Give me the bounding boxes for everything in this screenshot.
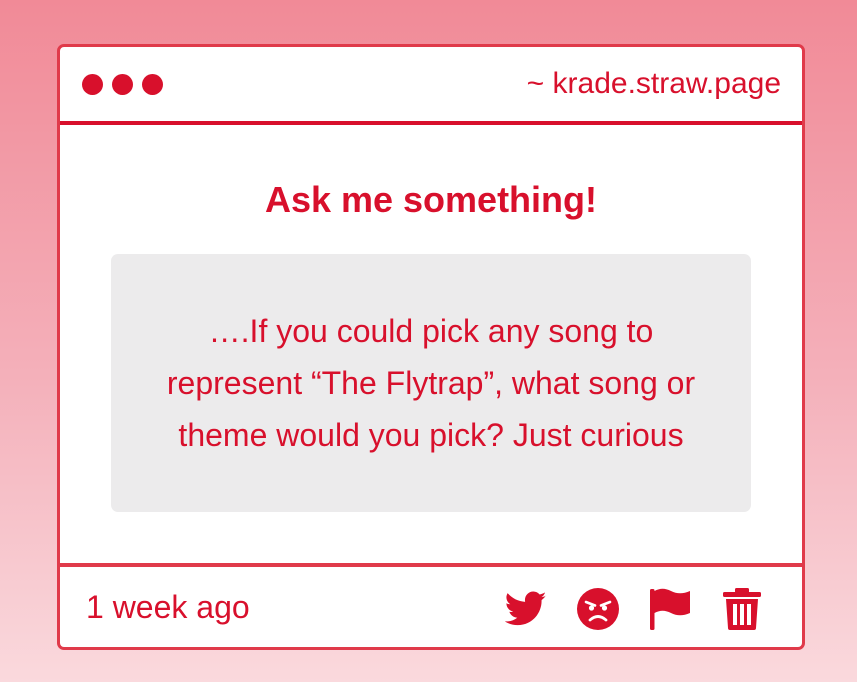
share-twitter-button[interactable] bbox=[504, 587, 548, 631]
question-text: ….If you could pick any song to represen… bbox=[166, 313, 696, 453]
window-dot-icon bbox=[112, 74, 133, 95]
report-flag-button[interactable] bbox=[648, 587, 692, 631]
question-box: ….If you could pick any song to represen… bbox=[111, 254, 751, 512]
angry-face-icon bbox=[577, 588, 619, 630]
page-title: Ask me something! bbox=[264, 179, 598, 220]
site-url[interactable]: ~ krade.straw.page bbox=[527, 66, 781, 102]
trash-icon bbox=[723, 588, 761, 630]
window-titlebar: ~ krade.straw.page bbox=[60, 47, 802, 125]
action-bar bbox=[504, 587, 764, 631]
card-footer: 1 week ago bbox=[60, 563, 802, 651]
delete-button[interactable] bbox=[720, 587, 764, 631]
twitter-icon bbox=[505, 591, 547, 626]
react-angry-button[interactable] bbox=[576, 587, 620, 631]
window-dot-icon bbox=[82, 74, 103, 95]
ask-card: ~ krade.straw.page Ask me something! ….I… bbox=[57, 44, 805, 650]
flag-icon bbox=[650, 588, 690, 630]
window-dots bbox=[82, 74, 163, 95]
window-dot-icon bbox=[142, 74, 163, 95]
timestamp: 1 week ago bbox=[86, 589, 250, 625]
